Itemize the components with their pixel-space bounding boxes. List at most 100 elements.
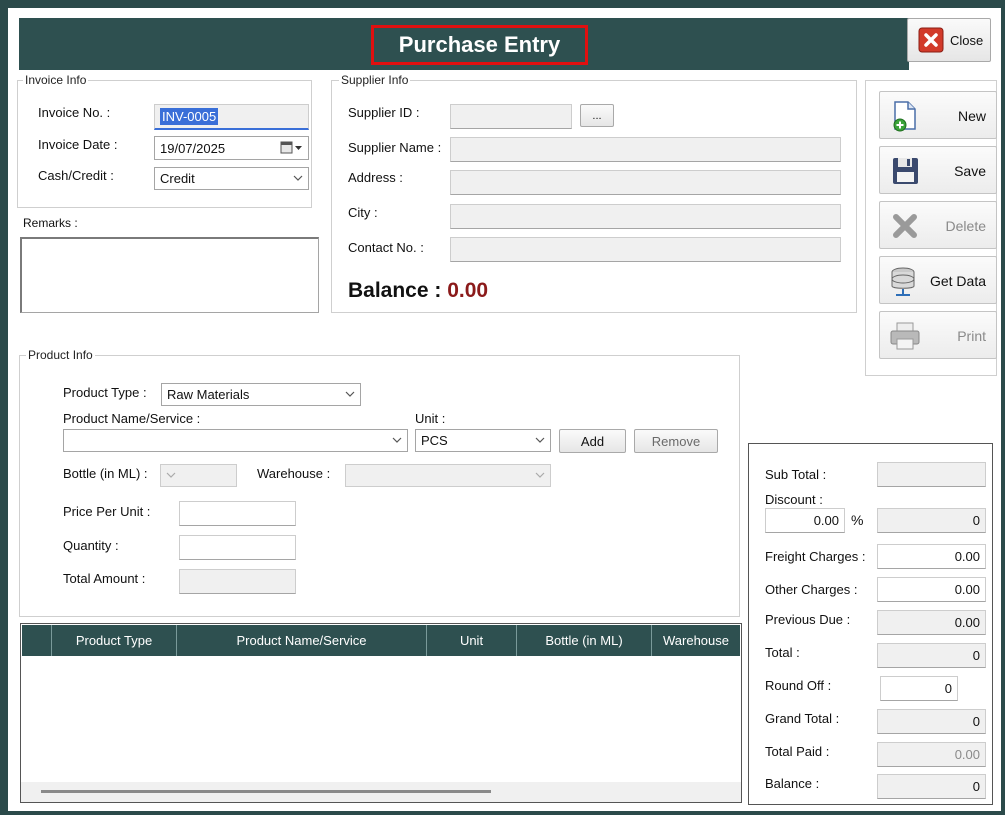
unit-value: PCS (421, 433, 448, 448)
round-off-label: Round Off : (765, 678, 832, 693)
invoice-date-picker[interactable]: 19/07/2025 (154, 136, 309, 160)
price-per-unit-label: Price Per Unit : (63, 504, 151, 519)
save-button[interactable]: Save (879, 146, 997, 194)
grand-total-label: Grand Total : (765, 711, 840, 726)
product-name-select[interactable] (63, 429, 408, 452)
cash-credit-select[interactable]: Credit (154, 167, 309, 190)
previous-due-field[interactable]: 0.00 (877, 610, 986, 635)
grid-col-product-type[interactable]: Product Type (52, 625, 177, 656)
quantity-input[interactable] (179, 535, 296, 560)
round-off-input[interactable]: 0 (880, 676, 958, 701)
new-document-icon (888, 99, 922, 133)
warehouse-label: Warehouse : (257, 466, 331, 481)
invoice-date-label: Invoice Date : (38, 137, 118, 152)
warehouse-select[interactable] (345, 464, 551, 487)
grid-horizontal-scrollbar[interactable] (21, 782, 741, 802)
discount-label: Discount : (765, 492, 823, 507)
previous-due-label: Previous Due : (765, 612, 851, 627)
freight-charges-input[interactable]: 0.00 (877, 544, 986, 569)
remarks-textarea[interactable] (20, 237, 319, 313)
print-button[interactable]: Print (879, 311, 997, 359)
balance-label: Balance : (348, 279, 442, 302)
total-field[interactable]: 0 (877, 643, 986, 668)
total-paid-field[interactable]: 0.00 (877, 742, 986, 767)
totals-panel: Sub Total : Discount : 0.00 % 0 Freight … (748, 443, 993, 805)
print-label: Print (957, 328, 986, 344)
page-title: Purchase Entry (371, 25, 588, 65)
supplier-info-legend: Supplier Info (339, 73, 411, 87)
freight-charges-label: Freight Charges : (765, 549, 866, 564)
delete-button[interactable]: Delete (879, 201, 997, 249)
chevron-down-icon (166, 472, 176, 478)
price-per-unit-input[interactable] (179, 501, 296, 526)
discount-amount-field[interactable]: 0 (877, 508, 986, 533)
unit-select[interactable]: PCS (415, 429, 551, 452)
other-charges-input[interactable]: 0.00 (877, 577, 986, 602)
other-charges-label: Other Charges : (765, 582, 858, 597)
quantity-label: Quantity : (63, 538, 119, 553)
grid-col-unit[interactable]: Unit (427, 625, 517, 656)
grid-row-header (22, 625, 52, 656)
city-label: City : (348, 205, 378, 220)
totals-balance-label: Balance : (765, 776, 820, 791)
product-type-value: Raw Materials (167, 387, 250, 402)
get-data-label: Get Data (929, 273, 986, 289)
scrollbar-thumb[interactable] (41, 790, 491, 793)
balance-value: 0.00 (447, 279, 489, 302)
totals-balance-field[interactable]: 0 (877, 774, 986, 799)
product-info-legend: Product Info (26, 348, 95, 362)
close-label: Close (950, 32, 984, 48)
address-field[interactable] (450, 170, 841, 195)
delete-label: Delete (945, 218, 986, 234)
address-label: Address : (348, 170, 403, 185)
chevron-down-icon (392, 437, 402, 443)
chevron-down-icon (535, 437, 545, 443)
invoice-date-value: 19/07/2025 (160, 140, 226, 156)
sub-total-field[interactable] (877, 462, 986, 487)
contact-no-label: Contact No. : (348, 240, 424, 255)
cash-credit-value: Credit (160, 171, 195, 186)
chevron-down-icon (345, 391, 355, 397)
bottle-label: Bottle (in ML) : (63, 466, 148, 481)
grid-col-product-name[interactable]: Product Name/Service (177, 625, 427, 656)
supplier-name-field[interactable] (450, 137, 841, 162)
invoice-no-field[interactable]: INV-0005 (154, 104, 309, 130)
calendar-dropdown-icon[interactable] (280, 141, 304, 158)
supplier-balance: Balance : 0.00 (348, 279, 488, 303)
get-data-button[interactable]: Get Data (879, 256, 997, 304)
invoice-no-value: INV-0005 (160, 108, 219, 125)
delete-x-icon (888, 209, 922, 243)
total-paid-label: Total Paid : (765, 744, 830, 759)
printer-icon (888, 319, 922, 353)
remove-product-button[interactable]: Remove (634, 429, 718, 453)
product-type-select[interactable]: Raw Materials (161, 383, 361, 406)
city-field[interactable] (450, 204, 841, 229)
close-icon (918, 27, 944, 53)
bottle-select[interactable] (160, 464, 237, 487)
sub-total-label: Sub Total : (765, 467, 827, 482)
percent-sign: % (851, 512, 864, 528)
invoice-info-legend: Invoice Info (23, 73, 89, 87)
total-amount-field[interactable] (179, 569, 296, 594)
browse-supplier-button[interactable]: ... (580, 104, 614, 127)
supplier-id-field[interactable] (450, 104, 572, 129)
supplier-name-label: Supplier Name : (348, 140, 442, 155)
save-label: Save (954, 163, 986, 179)
remarks-label: Remarks : (23, 216, 78, 230)
new-label: New (957, 108, 986, 124)
grand-total-field[interactable]: 0 (877, 709, 986, 734)
grid-col-warehouse[interactable]: Warehouse (652, 625, 740, 656)
discount-percent-input[interactable]: 0.00 (765, 508, 845, 533)
contact-no-field[interactable] (450, 237, 841, 262)
floppy-disk-icon (888, 154, 922, 188)
total-label: Total : (765, 645, 800, 660)
unit-label: Unit : (415, 411, 446, 426)
total-amount-label: Total Amount : (63, 571, 146, 586)
grid-col-bottle[interactable]: Bottle (in ML) (517, 625, 652, 656)
close-button[interactable]: Close (907, 18, 991, 62)
chevron-down-icon (293, 175, 303, 181)
new-button[interactable]: New (879, 91, 997, 139)
add-product-button[interactable]: Add (559, 429, 626, 453)
chevron-down-icon (535, 472, 545, 478)
grid-header-row: Product Type Product Name/Service Unit B… (22, 625, 740, 656)
